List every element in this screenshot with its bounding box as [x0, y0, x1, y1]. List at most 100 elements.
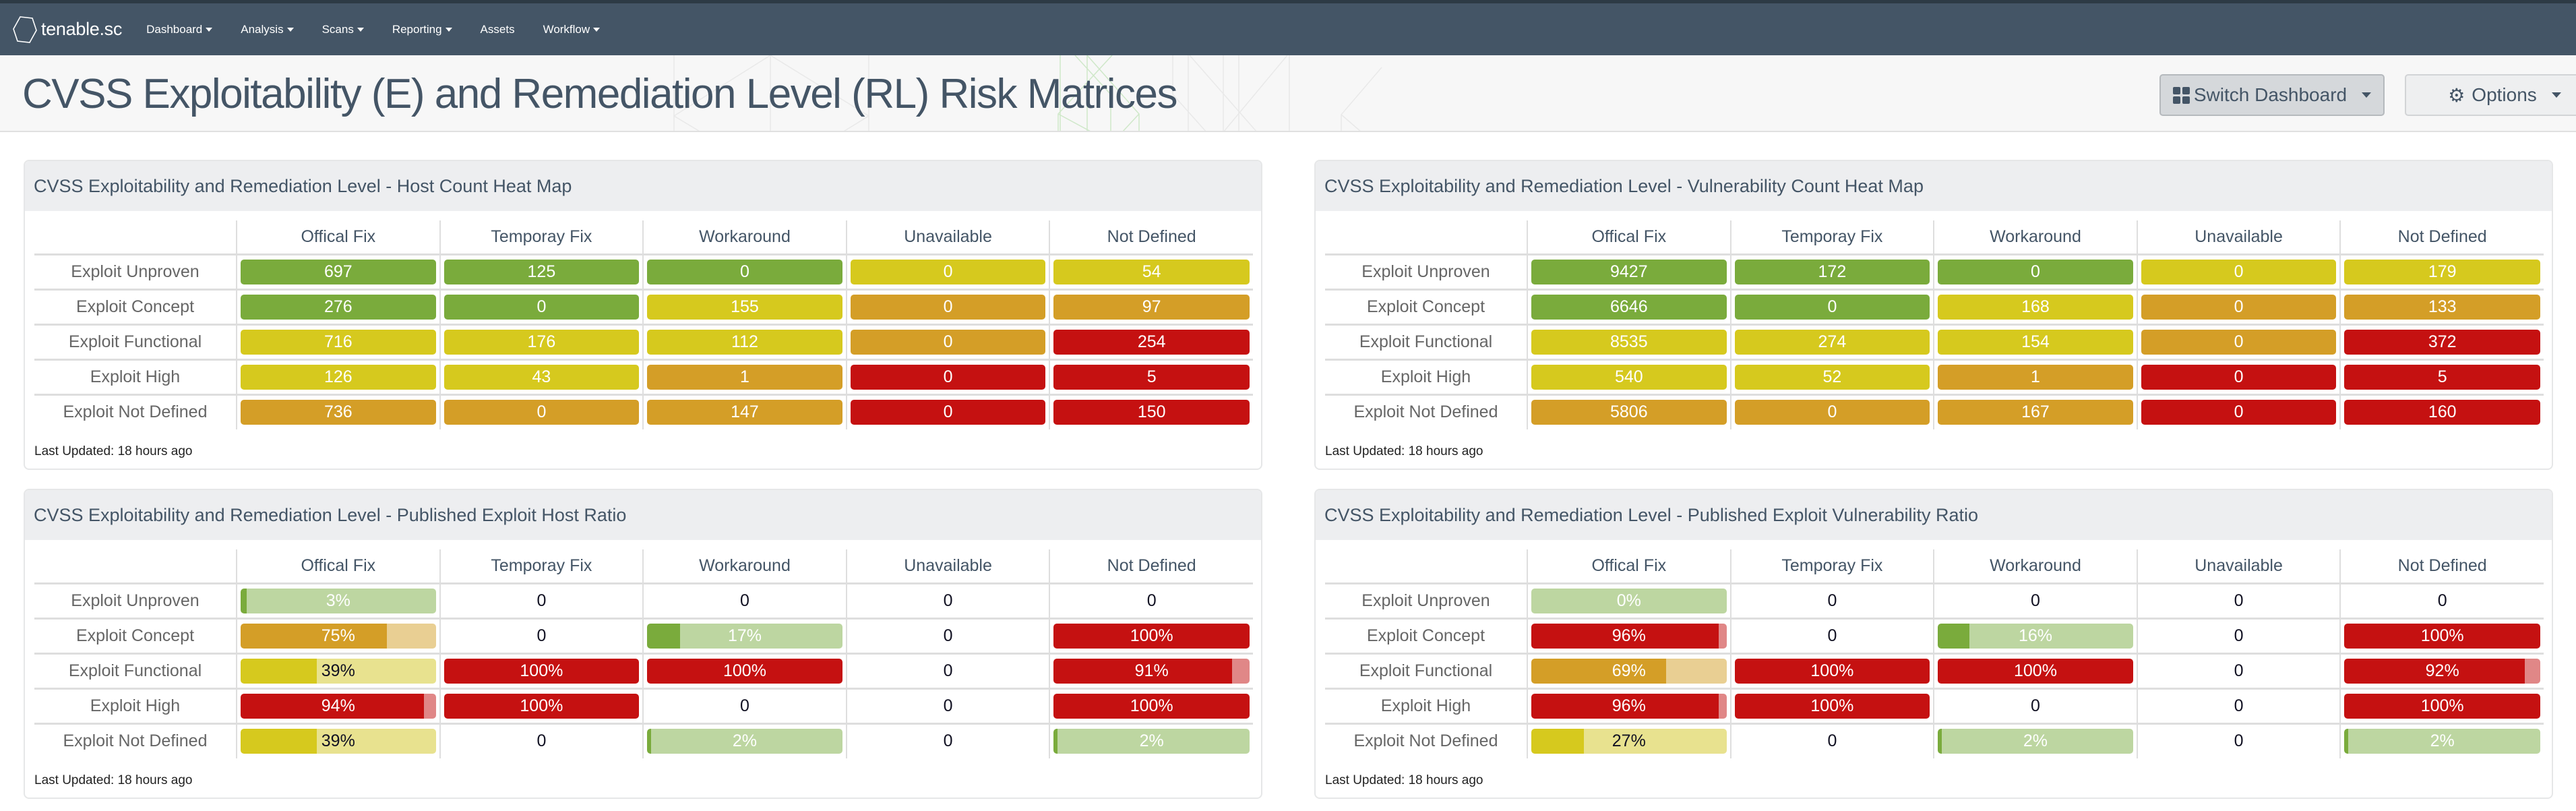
heat-cell-bar[interactable]: 540 [1531, 364, 1727, 390]
heat-cell-bar[interactable]: 6646 [1531, 294, 1727, 320]
matrix-cell[interactable]: 0 [642, 253, 847, 289]
heat-cell-bar[interactable]: 736 [241, 400, 436, 425]
matrix-cell[interactable]: 3% [236, 582, 440, 618]
matrix-cell[interactable]: 100% [2339, 687, 2544, 723]
heat-cell-bar[interactable]: 0 [2141, 364, 2337, 390]
options-button[interactable]: ⚙ Options [2405, 74, 2576, 116]
ratio-bar[interactable]: 27% [1531, 729, 1727, 754]
ratio-bar[interactable]: 2% [1053, 729, 1250, 754]
matrix-cell[interactable]: 254 [1049, 323, 1253, 359]
matrix-cell[interactable]: 0 [2339, 582, 2544, 618]
matrix-cell[interactable]: 0 [1729, 617, 1934, 653]
matrix-cell[interactable]: 0 [439, 582, 644, 618]
matrix-cell[interactable]: 100% [439, 652, 644, 688]
matrix-cell[interactable]: 0 [845, 393, 1050, 429]
matrix-cell[interactable]: 150 [1049, 393, 1253, 429]
heat-cell-bar[interactable]: 372 [2344, 329, 2540, 355]
matrix-cell[interactable]: 17% [642, 617, 847, 653]
matrix-cell[interactable]: 2% [1049, 722, 1253, 758]
ratio-bar[interactable]: 2% [1938, 729, 2133, 754]
matrix-cell[interactable]: 100% [1049, 687, 1253, 723]
heat-cell-bar[interactable]: 274 [1734, 329, 1930, 355]
heat-cell-bar[interactable]: 176 [443, 329, 640, 355]
ratio-bar[interactable]: 100% [1053, 693, 1250, 719]
ratio-bar[interactable]: 96% [1531, 623, 1727, 649]
matrix-cell[interactable]: 0 [845, 617, 1050, 653]
matrix-cell[interactable]: 112 [642, 323, 847, 359]
ratio-bar[interactable]: 100% [443, 693, 640, 719]
matrix-cell[interactable]: 716 [236, 323, 440, 359]
matrix-cell[interactable]: 43 [439, 358, 644, 394]
ratio-bar[interactable]: 100% [1053, 623, 1250, 649]
matrix-cell[interactable]: 0 [2136, 687, 2341, 723]
nav-item-workflow[interactable]: Workflow [543, 23, 601, 36]
matrix-cell[interactable]: 0 [2136, 617, 2341, 653]
heat-cell-bar[interactable]: 168 [1938, 294, 2133, 320]
matrix-cell[interactable]: 8535 [1527, 323, 1731, 359]
matrix-cell[interactable]: 0 [1729, 393, 1934, 429]
matrix-cell[interactable]: 168 [1933, 288, 2137, 324]
heat-cell-bar[interactable]: 150 [1053, 400, 1250, 425]
ratio-bar[interactable]: 2% [647, 729, 842, 754]
matrix-cell[interactable]: 0 [2136, 358, 2341, 394]
heat-cell-bar[interactable]: 172 [1734, 259, 1930, 284]
matrix-cell[interactable]: 2% [642, 722, 847, 758]
ratio-bar[interactable]: 39% [241, 658, 436, 684]
heat-cell-bar[interactable]: 0 [2141, 329, 2337, 355]
heat-cell-bar[interactable]: 0 [1734, 294, 1930, 320]
matrix-cell[interactable]: 0 [2136, 393, 2341, 429]
matrix-cell[interactable]: 9427 [1527, 253, 1731, 289]
heat-cell-bar[interactable]: 160 [2344, 400, 2540, 425]
heat-cell-bar[interactable]: 697 [241, 259, 436, 284]
heat-cell-bar[interactable]: 8535 [1531, 329, 1727, 355]
heat-cell-bar[interactable]: 0 [850, 294, 1046, 320]
nav-item-reporting[interactable]: Reporting [392, 23, 452, 36]
matrix-cell[interactable]: 160 [2339, 393, 2544, 429]
heat-cell-bar[interactable]: 0 [1938, 259, 2133, 284]
ratio-bar[interactable]: 75% [241, 623, 436, 649]
matrix-cell[interactable]: 697 [236, 253, 440, 289]
matrix-cell[interactable]: 1 [1933, 358, 2137, 394]
matrix-cell[interactable]: 0 [2136, 253, 2341, 289]
matrix-cell[interactable]: 154 [1933, 323, 2137, 359]
matrix-cell[interactable]: 0 [1049, 582, 1253, 618]
matrix-cell[interactable]: 0 [439, 617, 644, 653]
ratio-bar[interactable]: 100% [647, 658, 842, 684]
ratio-bar[interactable]: 100% [1734, 693, 1930, 719]
matrix-cell[interactable]: 0 [642, 687, 847, 723]
matrix-cell[interactable]: 27% [1527, 722, 1731, 758]
matrix-cell[interactable]: 0 [2136, 582, 2341, 618]
heat-cell-bar[interactable]: 5 [1053, 364, 1250, 390]
matrix-cell[interactable]: 5 [1049, 358, 1253, 394]
heat-cell-bar[interactable]: 276 [241, 294, 436, 320]
matrix-cell[interactable]: 0 [845, 253, 1050, 289]
nav-item-analysis[interactable]: Analysis [241, 23, 294, 36]
matrix-cell[interactable]: 0 [2136, 722, 2341, 758]
matrix-cell[interactable]: 2% [1933, 722, 2137, 758]
matrix-cell[interactable]: 176 [439, 323, 644, 359]
matrix-cell[interactable]: 0 [439, 722, 644, 758]
matrix-cell[interactable]: 39% [236, 722, 440, 758]
matrix-cell[interactable]: 0 [1729, 582, 1934, 618]
matrix-cell[interactable]: 5806 [1527, 393, 1731, 429]
matrix-cell[interactable]: 0 [439, 288, 644, 324]
matrix-cell[interactable]: 0 [2136, 323, 2341, 359]
matrix-cell[interactable]: 92% [2339, 652, 2544, 688]
heat-cell-bar[interactable]: 97 [1053, 294, 1250, 320]
heat-cell-bar[interactable]: 0 [443, 400, 640, 425]
heat-cell-bar[interactable]: 133 [2344, 294, 2540, 320]
matrix-cell[interactable]: 100% [1729, 687, 1934, 723]
matrix-cell[interactable]: 100% [2339, 617, 2544, 653]
matrix-cell[interactable]: 1 [642, 358, 847, 394]
matrix-cell[interactable]: 736 [236, 393, 440, 429]
heat-cell-bar[interactable]: 0 [850, 259, 1046, 284]
matrix-cell[interactable]: 0 [2136, 288, 2341, 324]
ratio-bar[interactable]: 0% [1531, 588, 1727, 613]
ratio-bar[interactable]: 100% [2344, 693, 2540, 719]
matrix-cell[interactable]: 0 [845, 323, 1050, 359]
heat-cell-bar[interactable]: 52 [1734, 364, 1930, 390]
matrix-cell[interactable]: 69% [1527, 652, 1731, 688]
heat-cell-bar[interactable]: 0 [850, 329, 1046, 355]
ratio-bar[interactable]: 94% [241, 693, 436, 719]
matrix-cell[interactable]: 274 [1729, 323, 1934, 359]
